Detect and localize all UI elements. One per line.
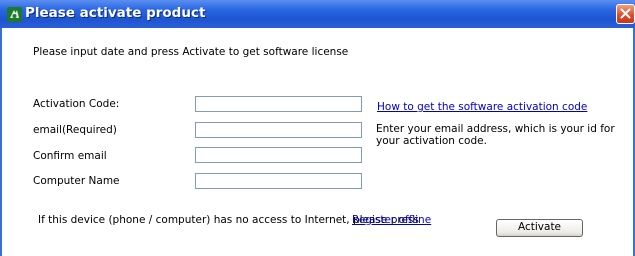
title-bar[interactable]: Please activate product [0,0,635,28]
intro-text: Please input date and press Activate to … [33,46,349,58]
activate-button[interactable]: Activate [496,219,583,237]
activation-dialog: Please activate product Please input dat… [0,0,635,256]
email-hint-text: Enter your email address, which is your … [376,123,615,147]
confirm-email-label: Confirm email [33,150,107,162]
computer-name-label: Computer Name [33,175,120,187]
register-offline-link[interactable]: Register offline [352,214,431,226]
close-button[interactable] [616,4,635,24]
close-icon [620,8,631,19]
confirm-email-input[interactable] [195,147,362,163]
dialog-body: Please input date and press Activate to … [2,28,633,256]
app-icon [7,7,22,22]
email-input[interactable] [195,122,362,138]
activation-code-input[interactable] [195,96,362,112]
window-title: Please activate product [25,5,206,21]
email-label: email(Required) [33,124,117,136]
help-activation-code-link[interactable]: How to get the software activation code [377,101,587,113]
activation-code-label: Activation Code: [33,98,120,110]
computer-name-input[interactable] [195,173,362,189]
